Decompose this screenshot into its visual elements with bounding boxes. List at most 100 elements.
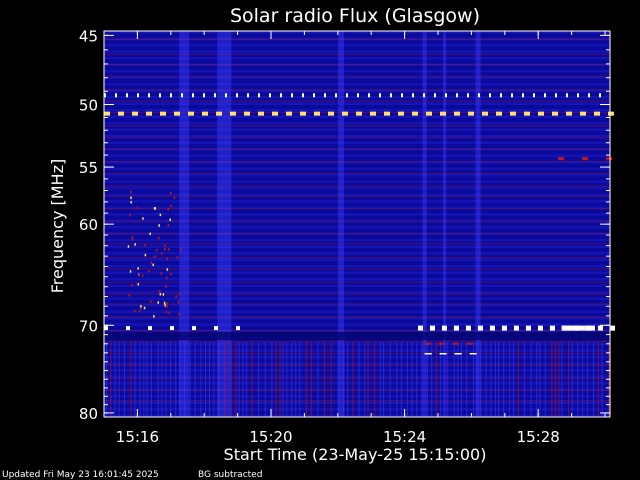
band-line	[291, 93, 293, 98]
band-line	[126, 93, 128, 98]
y-axis-label: Frequency [MHz]	[48, 159, 67, 293]
hatch-line	[561, 341, 563, 417]
burst-speckle	[173, 196, 176, 200]
band-line	[258, 93, 260, 98]
burst-speckle	[143, 306, 146, 310]
band-line	[445, 93, 447, 98]
hatch-line	[466, 341, 468, 417]
hatch-line	[337, 341, 339, 417]
band-line	[609, 325, 615, 331]
band-line	[342, 111, 348, 116]
band-line	[286, 111, 292, 116]
hatch-line	[299, 341, 301, 417]
hatch-line	[275, 341, 277, 417]
burst-speckle	[170, 204, 172, 208]
burst-speckle	[160, 272, 163, 275]
x-tick-label: 15:28	[517, 428, 560, 446]
band-line	[104, 111, 110, 116]
band-line	[582, 157, 589, 161]
hatch-line	[130, 341, 132, 417]
hatch-line	[157, 341, 159, 417]
burst-speckle	[141, 274, 144, 277]
band-line	[346, 93, 348, 98]
band-line	[580, 111, 586, 116]
band-line	[599, 93, 601, 98]
burst-speckle	[137, 267, 139, 270]
burst-speckle	[180, 248, 182, 251]
band-line	[280, 93, 282, 98]
burst-speckle	[130, 201, 132, 204]
hatch-line	[582, 341, 584, 417]
band-line	[370, 111, 376, 116]
burst-speckle	[130, 190, 132, 194]
band-line	[501, 325, 507, 331]
hatch-line	[282, 341, 284, 417]
band-line	[469, 352, 477, 355]
hatch-line	[310, 341, 312, 417]
band-line	[247, 93, 249, 98]
burst-speckle	[165, 276, 168, 279]
hatch-line	[447, 341, 449, 417]
band-line	[313, 93, 315, 98]
gap-band	[104, 331, 610, 341]
band-line	[314, 111, 320, 116]
hatch-line	[571, 341, 573, 417]
band-line	[302, 93, 304, 98]
hatch-line	[200, 341, 202, 417]
burst-speckle	[168, 248, 170, 251]
band-line	[438, 342, 445, 345]
band-line	[335, 93, 337, 98]
burst-speckle	[153, 207, 156, 210]
band-line	[489, 325, 495, 331]
band-line	[398, 111, 404, 116]
hatch-line	[204, 341, 206, 417]
band-line	[146, 111, 152, 116]
hatch-line	[517, 341, 519, 417]
band-line	[214, 93, 216, 98]
band-line	[384, 111, 390, 116]
hatch-line	[554, 341, 556, 417]
band-line	[236, 93, 238, 98]
band-line	[379, 93, 381, 98]
band-line	[230, 111, 236, 116]
hatch-line	[330, 341, 332, 417]
burst-speckle	[129, 213, 131, 217]
hatch-line	[490, 341, 492, 417]
band-line	[577, 93, 579, 98]
band-line	[244, 111, 250, 116]
hatch-line	[343, 341, 345, 417]
plot-area	[103, 30, 615, 418]
hatch-line	[379, 341, 381, 417]
hatch-line	[421, 341, 423, 417]
hatch-line	[435, 341, 437, 417]
band-line	[202, 111, 208, 116]
hatch-line	[513, 341, 515, 417]
band-line	[522, 93, 524, 98]
footer-note: BG subtracted	[198, 470, 262, 480]
hatch-line	[485, 341, 487, 417]
hatch-line	[238, 341, 240, 417]
band-line	[236, 326, 240, 331]
burst-speckle	[134, 309, 136, 313]
hatch-line	[291, 341, 293, 417]
x-axis-label: Start Time (23-May-25 15:15:00)	[224, 445, 487, 464]
burst-speckle	[152, 263, 154, 267]
band-line	[429, 325, 435, 331]
y-tick-label: 80	[79, 405, 98, 423]
band-line	[126, 326, 130, 331]
hatch-line	[536, 341, 538, 417]
band-line	[170, 326, 174, 331]
y-tick-label: 60	[79, 216, 98, 234]
hatch-line	[593, 341, 595, 417]
band-line	[482, 111, 488, 116]
band-line	[489, 93, 491, 98]
burst-speckle	[167, 224, 170, 227]
burst-speckle	[166, 302, 168, 306]
hatch-line	[150, 341, 152, 417]
hatch-line	[406, 341, 408, 417]
burst-speckle	[153, 255, 156, 259]
burst-speckle	[178, 313, 181, 316]
band-line	[454, 352, 462, 355]
band-line	[510, 111, 516, 116]
band-line	[104, 326, 108, 331]
